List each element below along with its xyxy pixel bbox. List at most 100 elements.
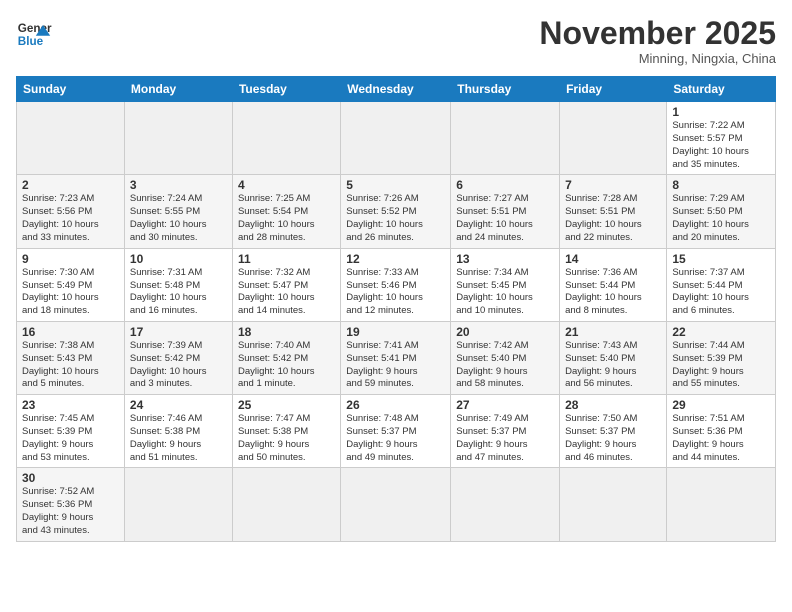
day-number: 8 xyxy=(672,178,770,192)
calendar-cell: 14Sunrise: 7:36 AMSunset: 5:44 PMDayligh… xyxy=(560,248,667,321)
day-number: 20 xyxy=(456,325,554,339)
calendar-cell xyxy=(667,468,776,541)
calendar-cell xyxy=(232,468,340,541)
calendar-cell: 15Sunrise: 7:37 AMSunset: 5:44 PMDayligh… xyxy=(667,248,776,321)
calendar-cell: 1Sunrise: 7:22 AMSunset: 5:57 PMDaylight… xyxy=(667,102,776,175)
day-info: Sunrise: 7:22 AMSunset: 5:57 PMDaylight:… xyxy=(672,120,770,171)
calendar-cell: 16Sunrise: 7:38 AMSunset: 5:43 PMDayligh… xyxy=(17,321,125,394)
day-number: 4 xyxy=(238,178,335,192)
day-info: Sunrise: 7:47 AMSunset: 5:38 PMDaylight:… xyxy=(238,413,335,464)
logo-icon: General Blue xyxy=(16,16,52,52)
day-number: 11 xyxy=(238,252,335,266)
day-info: Sunrise: 7:46 AMSunset: 5:38 PMDaylight:… xyxy=(130,413,227,464)
day-number: 10 xyxy=(130,252,227,266)
calendar-cell: 18Sunrise: 7:40 AMSunset: 5:42 PMDayligh… xyxy=(232,321,340,394)
day-info: Sunrise: 7:44 AMSunset: 5:39 PMDaylight:… xyxy=(672,340,770,391)
calendar-table: Sunday Monday Tuesday Wednesday Thursday… xyxy=(16,76,776,542)
day-number: 27 xyxy=(456,398,554,412)
calendar-cell: 20Sunrise: 7:42 AMSunset: 5:40 PMDayligh… xyxy=(451,321,560,394)
day-number: 18 xyxy=(238,325,335,339)
calendar-cell xyxy=(560,468,667,541)
calendar-cell xyxy=(232,102,340,175)
calendar-cell: 11Sunrise: 7:32 AMSunset: 5:47 PMDayligh… xyxy=(232,248,340,321)
day-info: Sunrise: 7:28 AMSunset: 5:51 PMDaylight:… xyxy=(565,193,661,244)
calendar-cell xyxy=(124,102,232,175)
calendar-cell: 3Sunrise: 7:24 AMSunset: 5:55 PMDaylight… xyxy=(124,175,232,248)
calendar-cell: 12Sunrise: 7:33 AMSunset: 5:46 PMDayligh… xyxy=(341,248,451,321)
svg-text:Blue: Blue xyxy=(18,35,44,48)
calendar-cell: 19Sunrise: 7:41 AMSunset: 5:41 PMDayligh… xyxy=(341,321,451,394)
calendar-cell: 30Sunrise: 7:52 AMSunset: 5:36 PMDayligh… xyxy=(17,468,125,541)
header-wednesday: Wednesday xyxy=(341,77,451,102)
calendar-cell xyxy=(451,468,560,541)
calendar-cell: 7Sunrise: 7:28 AMSunset: 5:51 PMDaylight… xyxy=(560,175,667,248)
header-monday: Monday xyxy=(124,77,232,102)
day-info: Sunrise: 7:51 AMSunset: 5:36 PMDaylight:… xyxy=(672,413,770,464)
day-info: Sunrise: 7:38 AMSunset: 5:43 PMDaylight:… xyxy=(22,340,119,391)
calendar-cell: 17Sunrise: 7:39 AMSunset: 5:42 PMDayligh… xyxy=(124,321,232,394)
day-number: 23 xyxy=(22,398,119,412)
calendar-cell xyxy=(17,102,125,175)
day-number: 26 xyxy=(346,398,445,412)
day-info: Sunrise: 7:43 AMSunset: 5:40 PMDaylight:… xyxy=(565,340,661,391)
day-info: Sunrise: 7:33 AMSunset: 5:46 PMDaylight:… xyxy=(346,267,445,318)
day-number: 13 xyxy=(456,252,554,266)
calendar-cell: 22Sunrise: 7:44 AMSunset: 5:39 PMDayligh… xyxy=(667,321,776,394)
day-info: Sunrise: 7:25 AMSunset: 5:54 PMDaylight:… xyxy=(238,193,335,244)
day-info: Sunrise: 7:39 AMSunset: 5:42 PMDaylight:… xyxy=(130,340,227,391)
day-number: 28 xyxy=(565,398,661,412)
day-number: 29 xyxy=(672,398,770,412)
calendar-cell: 26Sunrise: 7:48 AMSunset: 5:37 PMDayligh… xyxy=(341,395,451,468)
day-info: Sunrise: 7:26 AMSunset: 5:52 PMDaylight:… xyxy=(346,193,445,244)
day-number: 15 xyxy=(672,252,770,266)
day-number: 17 xyxy=(130,325,227,339)
day-number: 21 xyxy=(565,325,661,339)
header-tuesday: Tuesday xyxy=(232,77,340,102)
calendar-cell: 4Sunrise: 7:25 AMSunset: 5:54 PMDaylight… xyxy=(232,175,340,248)
calendar-cell: 13Sunrise: 7:34 AMSunset: 5:45 PMDayligh… xyxy=(451,248,560,321)
day-info: Sunrise: 7:45 AMSunset: 5:39 PMDaylight:… xyxy=(22,413,119,464)
calendar-cell xyxy=(341,102,451,175)
calendar-cell: 9Sunrise: 7:30 AMSunset: 5:49 PMDaylight… xyxy=(17,248,125,321)
day-number: 9 xyxy=(22,252,119,266)
calendar-week-row: 23Sunrise: 7:45 AMSunset: 5:39 PMDayligh… xyxy=(17,395,776,468)
calendar-cell xyxy=(560,102,667,175)
month-title: November 2025 xyxy=(539,16,776,51)
calendar-cell xyxy=(451,102,560,175)
calendar-cell: 6Sunrise: 7:27 AMSunset: 5:51 PMDaylight… xyxy=(451,175,560,248)
day-number: 25 xyxy=(238,398,335,412)
day-info: Sunrise: 7:32 AMSunset: 5:47 PMDaylight:… xyxy=(238,267,335,318)
calendar-week-row: 30Sunrise: 7:52 AMSunset: 5:36 PMDayligh… xyxy=(17,468,776,541)
day-info: Sunrise: 7:52 AMSunset: 5:36 PMDaylight:… xyxy=(22,486,119,537)
day-info: Sunrise: 7:34 AMSunset: 5:45 PMDaylight:… xyxy=(456,267,554,318)
day-info: Sunrise: 7:40 AMSunset: 5:42 PMDaylight:… xyxy=(238,340,335,391)
day-number: 30 xyxy=(22,471,119,485)
calendar-cell: 2Sunrise: 7:23 AMSunset: 5:56 PMDaylight… xyxy=(17,175,125,248)
calendar-cell: 25Sunrise: 7:47 AMSunset: 5:38 PMDayligh… xyxy=(232,395,340,468)
logo: General Blue xyxy=(16,16,52,52)
day-number: 7 xyxy=(565,178,661,192)
weekday-header-row: Sunday Monday Tuesday Wednesday Thursday… xyxy=(17,77,776,102)
calendar-cell: 28Sunrise: 7:50 AMSunset: 5:37 PMDayligh… xyxy=(560,395,667,468)
calendar-cell: 5Sunrise: 7:26 AMSunset: 5:52 PMDaylight… xyxy=(341,175,451,248)
day-info: Sunrise: 7:49 AMSunset: 5:37 PMDaylight:… xyxy=(456,413,554,464)
page: General Blue November 2025 Minning, Ning… xyxy=(0,0,792,612)
header-sunday: Sunday xyxy=(17,77,125,102)
day-number: 19 xyxy=(346,325,445,339)
day-number: 6 xyxy=(456,178,554,192)
calendar-cell: 29Sunrise: 7:51 AMSunset: 5:36 PMDayligh… xyxy=(667,395,776,468)
calendar-cell: 27Sunrise: 7:49 AMSunset: 5:37 PMDayligh… xyxy=(451,395,560,468)
title-block: November 2025 Minning, Ningxia, China xyxy=(539,16,776,66)
day-info: Sunrise: 7:27 AMSunset: 5:51 PMDaylight:… xyxy=(456,193,554,244)
day-info: Sunrise: 7:23 AMSunset: 5:56 PMDaylight:… xyxy=(22,193,119,244)
calendar-cell xyxy=(341,468,451,541)
calendar-cell: 21Sunrise: 7:43 AMSunset: 5:40 PMDayligh… xyxy=(560,321,667,394)
calendar-week-row: 2Sunrise: 7:23 AMSunset: 5:56 PMDaylight… xyxy=(17,175,776,248)
day-number: 16 xyxy=(22,325,119,339)
calendar-week-row: 16Sunrise: 7:38 AMSunset: 5:43 PMDayligh… xyxy=(17,321,776,394)
day-info: Sunrise: 7:48 AMSunset: 5:37 PMDaylight:… xyxy=(346,413,445,464)
day-number: 3 xyxy=(130,178,227,192)
day-number: 5 xyxy=(346,178,445,192)
day-number: 1 xyxy=(672,105,770,119)
calendar-week-row: 1Sunrise: 7:22 AMSunset: 5:57 PMDaylight… xyxy=(17,102,776,175)
